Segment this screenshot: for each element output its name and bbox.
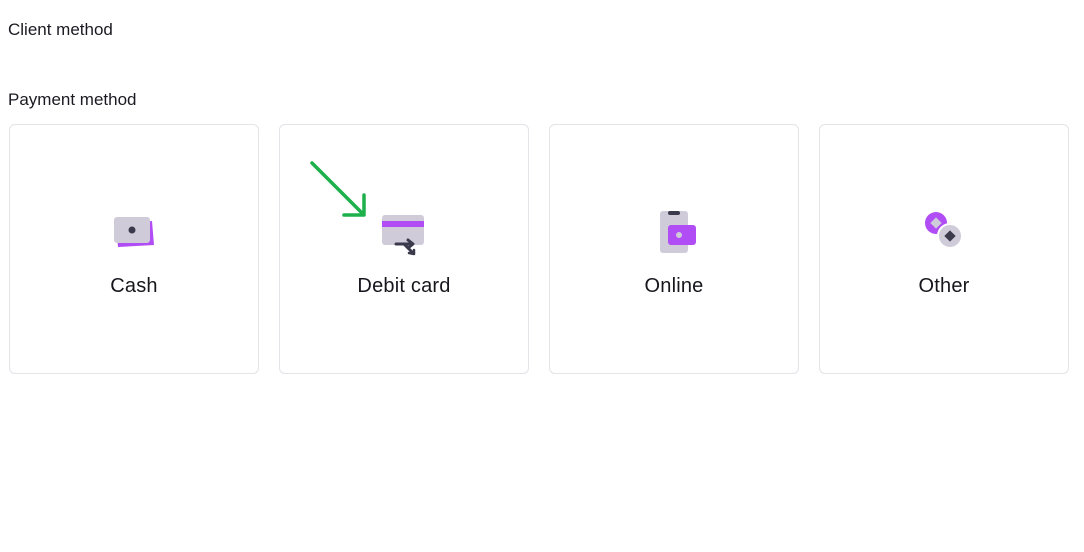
payment-option-other[interactable]: Other — [819, 124, 1069, 374]
other-payment-icon — [925, 212, 963, 249]
payment-method-options: Cash Debit card Online Other — [9, 124, 1069, 374]
cash-icon — [114, 217, 154, 247]
payment-option-cash[interactable]: Cash — [9, 124, 259, 374]
payment-option-label: Other — [918, 275, 970, 297]
debit-card-icon — [382, 215, 424, 256]
payment-settings-page: Client method Payment method Cash Debit … — [0, 0, 1084, 552]
payment-method-label: Payment method — [8, 90, 137, 109]
arrow-icon — [310, 161, 366, 217]
client-method-label: Client method — [8, 20, 113, 39]
online-payment-icon — [660, 211, 696, 253]
payment-option-label: Cash — [110, 275, 158, 297]
payment-option-label: Debit card — [357, 275, 451, 297]
payment-option-label: Online — [644, 275, 704, 297]
payment-option-online[interactable]: Online — [549, 124, 799, 374]
